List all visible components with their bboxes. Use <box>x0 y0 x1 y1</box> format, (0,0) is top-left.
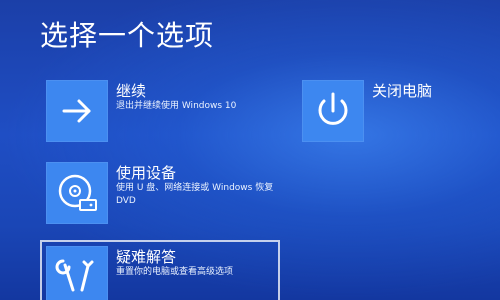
use-device-tile[interactable] <box>46 162 108 224</box>
troubleshoot-label: 疑难解答 <box>116 248 177 266</box>
arrow-right-icon <box>62 99 91 123</box>
tools-icon <box>55 259 94 292</box>
use-device-description: 使用 U 盘、网络连接或 Windows 恢复 DVD <box>116 183 274 206</box>
use-device-label: 使用设备 <box>116 164 177 182</box>
troubleshoot-tile[interactable] <box>46 246 108 300</box>
shutdown-tile[interactable] <box>302 80 364 142</box>
shutdown-option[interactable]: 关闭电脑 <box>296 80 476 146</box>
continue-option[interactable]: 继续 退出并继续使用 Windows 10 <box>40 80 280 146</box>
page-title: 选择一个选项 <box>40 19 215 52</box>
continue-description: 退出并继续使用 Windows 10 <box>116 101 237 111</box>
power-icon <box>318 92 348 125</box>
disc-drive-icon <box>58 174 97 211</box>
troubleshoot-option[interactable]: 疑难解答 重置你的电脑或查看高级选项 <box>40 240 280 300</box>
continue-label: 继续 <box>116 82 147 100</box>
use-device-option[interactable]: 使用设备 使用 U 盘、网络连接或 Windows 恢复 DVD <box>40 162 280 228</box>
shutdown-label: 关闭电脑 <box>372 82 433 100</box>
troubleshoot-description: 重置你的电脑或查看高级选项 <box>116 267 234 277</box>
continue-tile[interactable] <box>46 80 108 142</box>
